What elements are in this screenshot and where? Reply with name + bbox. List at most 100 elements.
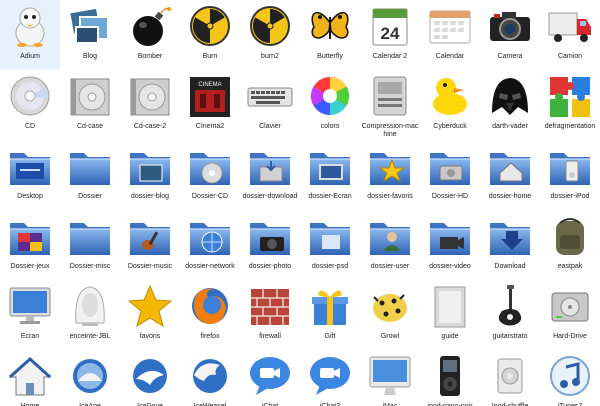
folder-psd-icon	[305, 213, 355, 259]
icon-tile[interactable]: dossier-user	[360, 210, 420, 280]
truck-icon	[545, 3, 595, 49]
iceweasel-icon	[185, 353, 235, 399]
icon-tile[interactable]: Blog	[60, 0, 120, 70]
icon-tile[interactable]: dossier-iPod	[540, 140, 600, 210]
ichat-icon	[245, 353, 295, 399]
icon-tile[interactable]: dossier-home	[480, 140, 540, 210]
icon-tile[interactable]: Compression-machine	[360, 70, 420, 140]
icon-tile[interactable]: Clavier	[240, 70, 300, 140]
icon-tile[interactable]: burn2	[240, 0, 300, 70]
icon-tile[interactable]: CINEMA CInema2	[180, 70, 240, 140]
icon-tile[interactable]: dossier-psd	[300, 210, 360, 280]
icon-tile[interactable]: Growl	[360, 280, 420, 350]
icon-label: Burn	[202, 53, 218, 60]
folder-guitar-icon	[125, 213, 175, 259]
icon-label: Desktop	[17, 193, 43, 200]
icon-tile[interactable]: Cyberduck	[420, 70, 480, 140]
icon-tile[interactable]: colors	[300, 70, 360, 140]
icon-tile[interactable]: Dossier-misc	[60, 210, 120, 280]
icon-tile[interactable]: Burn	[180, 0, 240, 70]
icon-label: dossier-psd	[311, 263, 349, 270]
icon-tile[interactable]: dossier-video	[420, 210, 480, 280]
butterfly-icon	[305, 3, 355, 49]
icon-tile[interactable]: Gift	[300, 280, 360, 350]
icon-tile[interactable]: Home	[0, 350, 60, 406]
icon-tile[interactable]: 24 Calendar 2	[360, 0, 420, 70]
adium-duck-icon	[5, 3, 55, 49]
imac-icon	[365, 353, 415, 399]
icon-tile[interactable]: iTunes7	[540, 350, 600, 406]
icon-tile[interactable]: Ecran	[0, 280, 60, 350]
home-icon	[5, 353, 55, 399]
icon-tile[interactable]: Ipod-shuffle	[480, 350, 540, 406]
icon-tile[interactable]: Hard-Drive	[540, 280, 600, 350]
calendar-icon	[425, 3, 475, 49]
icon-tile[interactable]: firewall	[240, 280, 300, 350]
growl-icon	[365, 283, 415, 329]
icon-tile[interactable]: Butterfly	[300, 0, 360, 70]
icon-tile[interactable]: Desktop	[0, 140, 60, 210]
icon-tile[interactable]: Cd-case-2	[120, 70, 180, 140]
icon-label: Download	[494, 263, 526, 270]
icon-tile[interactable]: IceDove	[120, 350, 180, 406]
icon-tile[interactable]: Camera	[480, 0, 540, 70]
icon-tile[interactable]: Camion	[540, 0, 600, 70]
icon-label: dossier-home	[488, 193, 532, 200]
icon-label: CD	[24, 123, 36, 130]
radiation-icon	[185, 3, 235, 49]
icon-tile[interactable]: iChat	[240, 350, 300, 406]
icon-tile[interactable]: Download	[480, 210, 540, 280]
icon-tile[interactable]: guitarstrato	[480, 280, 540, 350]
icon-tile[interactable]: Calendar	[420, 0, 480, 70]
blog-photos-icon	[65, 3, 115, 49]
icon-tile[interactable]: Dossier	[60, 140, 120, 210]
icon-label: Dossier-misc	[69, 263, 111, 270]
icon-label: dossier-user	[370, 263, 410, 270]
icon-label: Blog	[82, 53, 97, 60]
icon-tile[interactable]: Bomber	[120, 0, 180, 70]
icon-tile[interactable]: Dossier-CD	[180, 140, 240, 210]
icon-tile[interactable]: dossier-Ecran	[300, 140, 360, 210]
icon-tile[interactable]: IceApe	[60, 350, 120, 406]
icon-tile[interactable]: Adium	[0, 0, 60, 70]
icon-tile[interactable]: guide	[420, 280, 480, 350]
icon-tile[interactable]: defragmentation	[540, 70, 600, 140]
icon-tile[interactable]: eastpak	[540, 210, 600, 280]
icon-label: dossier-blog	[130, 193, 170, 200]
compression-machine-icon	[365, 73, 415, 119]
icon-tile[interactable]: dossier-photo	[240, 210, 300, 280]
icon-tile[interactable]: dossier-download	[240, 140, 300, 210]
folder-misc-icon	[65, 213, 115, 259]
icon-tile[interactable]: enceinte-JBL	[60, 280, 120, 350]
icon-tile[interactable]: CD	[0, 70, 60, 140]
icon-tile[interactable]: Dossier-HD	[420, 140, 480, 210]
icon-tile[interactable]: Cd-case	[60, 70, 120, 140]
folder-star-icon	[365, 143, 415, 189]
cd-case-icon	[65, 73, 115, 119]
folder-screen-icon	[305, 143, 355, 189]
icon-tile[interactable]: iMac	[360, 350, 420, 406]
icon-tile[interactable]: dossier-favoris	[360, 140, 420, 210]
darth-vader-icon	[485, 73, 535, 119]
icon-label: dossier-download	[242, 193, 298, 200]
icon-tile[interactable]: IceWeasel	[180, 350, 240, 406]
icon-label: Growl	[380, 333, 400, 340]
icon-label: dossier-favoris	[367, 193, 413, 200]
desktop-folder-icon	[5, 143, 55, 189]
icon-tile[interactable]: darth-vader	[480, 70, 540, 140]
guitar-icon	[485, 283, 535, 329]
icon-label: Cd-case	[76, 123, 104, 130]
icon-tile[interactable]: favoris	[120, 280, 180, 350]
icon-tile[interactable]: Dossier-music	[120, 210, 180, 280]
puzzle-icon	[545, 73, 595, 119]
icon-label: Camion	[557, 53, 583, 60]
icon-tile[interactable]: dossier-blog	[120, 140, 180, 210]
icon-tile[interactable]: firefox	[180, 280, 240, 350]
cinema-icon: CINEMA	[185, 73, 235, 119]
icon-tile[interactable]: dossier-network	[180, 210, 240, 280]
icon-tile[interactable]: ipod-nano-noir	[420, 350, 480, 406]
icon-tile[interactable]: iChat2	[300, 350, 360, 406]
folder-download-icon	[245, 143, 295, 189]
icon-tile[interactable]: Dossier-jeux	[0, 210, 60, 280]
icon-label: CInema2	[195, 123, 225, 130]
